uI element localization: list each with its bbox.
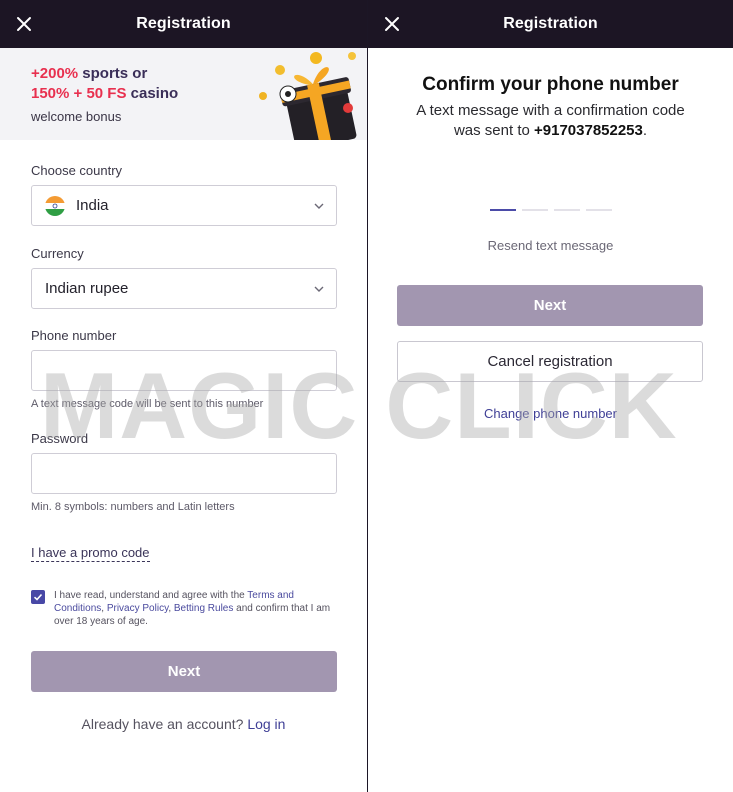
- confirm-heading: Confirm your phone number: [422, 74, 679, 95]
- promo-code-link[interactable]: I have a promo code: [31, 545, 150, 562]
- code-slot[interactable]: [490, 209, 516, 211]
- next-button[interactable]: Next: [397, 285, 703, 326]
- resend-sms-link[interactable]: Resend text message: [368, 238, 733, 253]
- gift-box-icon: [259, 52, 357, 140]
- page-title: Registration: [136, 15, 231, 32]
- confirm-description: A text message with a confirmation code …: [416, 102, 685, 139]
- betting-rules-link[interactable]: Betting Rules: [174, 603, 233, 614]
- phone-input[interactable]: [31, 350, 337, 391]
- bonus-line-sports: +200% sports or: [31, 65, 148, 82]
- code-slot[interactable]: [522, 209, 548, 211]
- code-slot[interactable]: [586, 209, 612, 211]
- registration-form-panel: Registration +200% sports or 150% + 50 F…: [0, 0, 367, 792]
- login-prompt: Already have an account? Log in: [81, 716, 286, 732]
- close-icon[interactable]: [14, 14, 34, 34]
- bonus-caption: welcome bonus: [31, 109, 122, 124]
- cancel-registration-button[interactable]: Cancel registration: [397, 341, 703, 382]
- phone-label: Phone number: [31, 328, 117, 343]
- next-button[interactable]: Next: [31, 651, 337, 692]
- close-icon[interactable]: [382, 14, 402, 34]
- country-select[interactable]: India: [31, 185, 337, 226]
- agree-checkbox[interactable]: [31, 590, 45, 604]
- header-bar: Registration: [0, 0, 367, 48]
- currency-label: Currency: [31, 246, 84, 261]
- currency-value: Indian rupee: [45, 280, 129, 297]
- country-value: India: [76, 197, 109, 214]
- password-label: Password: [31, 431, 89, 446]
- checkmark-icon: [33, 593, 43, 601]
- bonus-line-casino: 150% + 50 FS casino: [31, 85, 179, 102]
- welcome-bonus-banner: +200% sports or 150% + 50 FS casino welc…: [0, 48, 367, 140]
- chevron-down-icon: [314, 286, 324, 292]
- change-phone-link[interactable]: Change phone number: [368, 406, 733, 421]
- country-label: Choose country: [31, 163, 123, 178]
- app-screen: Registration +200% sports or 150% + 50 F…: [0, 0, 733, 792]
- currency-select[interactable]: Indian rupee: [31, 268, 337, 309]
- phone-confirmation-panel: Registration Confirm your phone number A…: [368, 0, 733, 792]
- chevron-down-icon: [314, 203, 324, 209]
- phone-number-text: +917037852253: [534, 122, 643, 139]
- phone-hint: A text message code will be sent to this…: [31, 398, 264, 410]
- code-slot[interactable]: [554, 209, 580, 211]
- agreement-text: I have read, understand and agree with t…: [54, 590, 331, 627]
- header-bar: Registration: [368, 0, 733, 48]
- login-link[interactable]: Log in: [247, 716, 285, 732]
- password-hint: Min. 8 symbols: numbers and Latin letter…: [31, 501, 235, 513]
- password-input[interactable]: [31, 453, 337, 494]
- privacy-policy-link[interactable]: Privacy Policy: [107, 603, 169, 614]
- page-title: Registration: [503, 15, 598, 32]
- india-flag-icon: [45, 195, 65, 216]
